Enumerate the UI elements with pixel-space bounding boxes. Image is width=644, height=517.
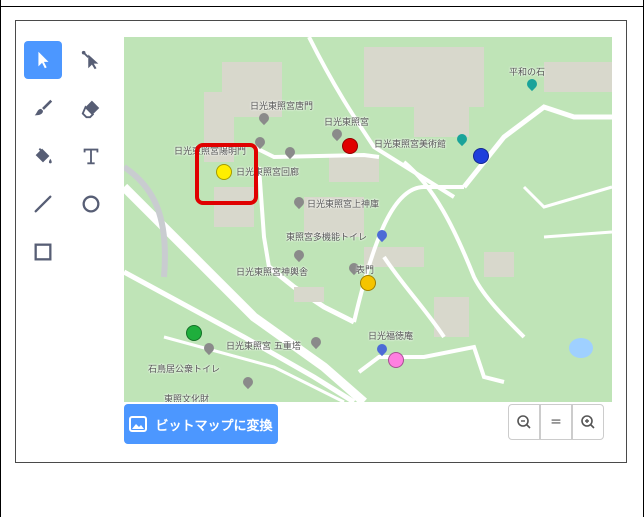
blue-marker[interactable] bbox=[473, 148, 489, 164]
zoom-out-button[interactable] bbox=[508, 404, 540, 440]
pink-marker[interactable] bbox=[388, 352, 404, 368]
label-omotemon: 表門 bbox=[356, 266, 375, 276]
window-left-border bbox=[0, 0, 1, 517]
brush-tool[interactable] bbox=[24, 89, 62, 127]
label-public-toilet: 石鳥居公衆トイレ bbox=[148, 365, 221, 375]
green-marker[interactable] bbox=[186, 325, 202, 341]
label-heiwa-stone: 平和の石 bbox=[509, 68, 546, 78]
zoom-in-icon bbox=[581, 415, 595, 429]
convert-to-bitmap-button[interactable]: ビットマップに変換 bbox=[124, 404, 278, 444]
eraser-tool[interactable] bbox=[72, 89, 110, 127]
label-karamon: 日光東照宮唐門 bbox=[250, 102, 314, 112]
eraser-icon bbox=[81, 100, 100, 119]
rectangle-tool[interactable] bbox=[24, 233, 62, 271]
label-gojunoto: 日光東照宮 五重塔 bbox=[226, 342, 301, 352]
reshape-tool[interactable] bbox=[72, 41, 110, 79]
drawing-canvas[interactable]: 日光東照宮唐門 日光東照宮 日光東照宮陽明門 日光東照宮美術館 日光東照宮回廊 … bbox=[124, 37, 612, 402]
circle-icon bbox=[82, 195, 100, 213]
line-tool[interactable] bbox=[24, 185, 62, 223]
circle-tool[interactable] bbox=[72, 185, 110, 223]
map-image bbox=[124, 37, 612, 402]
brush-icon bbox=[34, 99, 53, 116]
selection-highlight-rectangle[interactable] bbox=[195, 143, 258, 205]
convert-to-bitmap-label: ビットマップに変換 bbox=[155, 418, 273, 434]
line-icon bbox=[34, 195, 52, 213]
arrow-icon bbox=[38, 51, 49, 69]
text-tool[interactable] bbox=[72, 137, 110, 175]
label-bunkazai: 東照文化財 bbox=[164, 395, 210, 402]
label-shinyosha: 日光東照宮神輿舎 bbox=[236, 268, 309, 278]
label-toshogu: 日光東照宮 bbox=[324, 118, 370, 128]
image-icon bbox=[129, 416, 148, 432]
fill-bucket-icon bbox=[35, 148, 52, 164]
fill-tool[interactable] bbox=[24, 137, 62, 175]
window-top-border bbox=[0, 0, 644, 7]
orange-marker[interactable] bbox=[360, 275, 376, 291]
rectangle-icon bbox=[34, 243, 52, 261]
zoom-reset-label: = bbox=[550, 414, 562, 430]
zoom-in-button[interactable] bbox=[572, 404, 604, 440]
select-tool[interactable] bbox=[24, 41, 62, 79]
zoom-reset-button[interactable]: = bbox=[540, 404, 572, 440]
label-toilet: 東照宮多機能トイレ bbox=[286, 233, 368, 243]
zoom-out-icon bbox=[517, 415, 531, 429]
label-museum: 日光東照宮美術館 bbox=[374, 140, 447, 150]
text-icon bbox=[83, 148, 99, 165]
red-marker[interactable] bbox=[342, 138, 358, 154]
reshape-icon bbox=[81, 50, 99, 70]
label-fukutokuan: 日光福徳庵 bbox=[368, 332, 414, 342]
label-kamijinko: 日光東照宮上神庫 bbox=[307, 200, 380, 210]
